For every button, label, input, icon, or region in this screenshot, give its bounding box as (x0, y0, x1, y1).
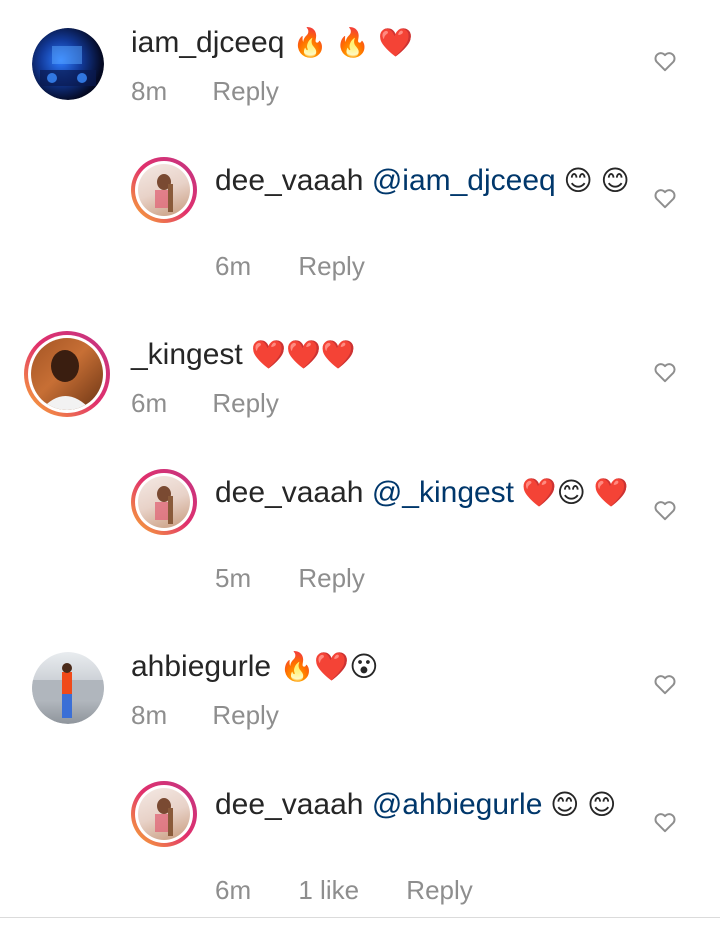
avatar[interactable] (131, 469, 197, 535)
comment-text: 🔥 🔥 ❤️ (292, 27, 413, 58)
comment-username[interactable]: ahbiegurle (131, 650, 271, 683)
comment-username[interactable]: _kingest (131, 338, 243, 371)
comment-text: 😊 😊 (542, 789, 617, 820)
heart-outline-icon[interactable] (652, 809, 678, 835)
comment-time: 6m (215, 875, 252, 905)
comment-time: 5m (215, 563, 252, 593)
avatar[interactable] (131, 781, 197, 847)
comment-username[interactable]: iam_djceeq (131, 26, 284, 59)
heart-outline-icon[interactable] (652, 48, 678, 74)
comment-username[interactable]: dee_vaaah (215, 476, 363, 509)
comment-time: 8m (131, 700, 168, 730)
comment-time: 8m (131, 76, 168, 106)
heart-outline-icon[interactable] (652, 671, 678, 697)
mention-link[interactable]: @ahbiegurle (372, 788, 543, 821)
avatar[interactable] (131, 157, 197, 223)
avatar[interactable] (32, 652, 104, 724)
heart-outline-icon[interactable] (652, 185, 678, 211)
reply-button[interactable]: Reply (212, 76, 278, 107)
comment-text: ❤️😊 ❤️ (514, 477, 629, 508)
mention-link[interactable]: @_kingest (372, 476, 514, 509)
comment-username[interactable]: dee_vaaah (215, 788, 363, 821)
reply-button[interactable]: Reply (298, 563, 364, 594)
comment-username[interactable]: dee_vaaah (215, 164, 363, 197)
comment-time: 6m (131, 388, 168, 418)
reply-button[interactable]: Reply (406, 875, 472, 906)
heart-outline-icon[interactable] (652, 497, 678, 523)
divider (0, 917, 720, 918)
heart-outline-icon[interactable] (652, 359, 678, 385)
avatar[interactable] (32, 28, 104, 100)
reply-button[interactable]: Reply (212, 388, 278, 419)
comment-text: 😊 😊 (555, 165, 630, 196)
reply-button[interactable]: Reply (298, 251, 364, 282)
mention-link[interactable]: @iam_djceeq (372, 164, 556, 197)
like-count[interactable]: 1 like (298, 875, 359, 906)
comment-text: ❤️❤️❤️ (251, 339, 356, 370)
reply-button[interactable]: Reply (212, 700, 278, 731)
comment-text: 🔥❤️😮 (279, 651, 379, 682)
comment-time: 6m (215, 251, 252, 281)
avatar[interactable] (24, 331, 110, 417)
